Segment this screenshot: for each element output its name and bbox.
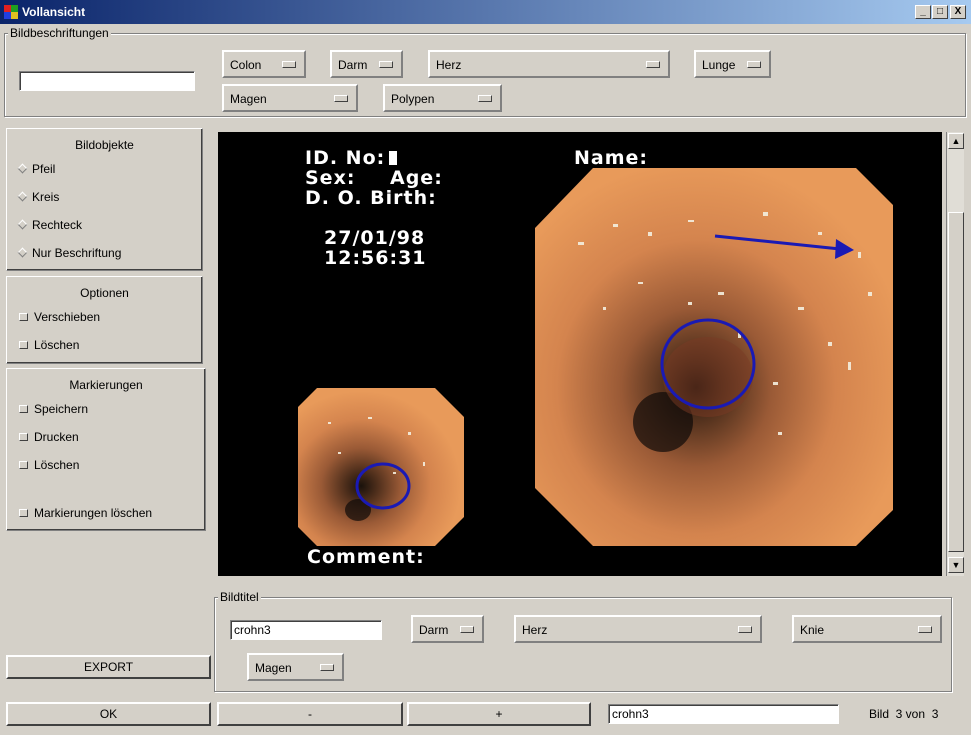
diamond-radio-icon — [17, 247, 28, 258]
maximize-button[interactable]: □ — [932, 5, 948, 19]
square-toggle-icon — [19, 461, 28, 469]
age-label: Age: — [390, 167, 443, 189]
option-menu-indicator-icon — [379, 61, 393, 68]
radio-kreis-label: Kreis — [32, 190, 60, 204]
scroll-up-icon[interactable]: ▲ — [948, 133, 964, 149]
scroll-down-icon[interactable]: ▼ — [948, 557, 964, 573]
markierungen-panel: Markierungen Speichern Drucken Löschen M… — [6, 368, 206, 531]
square-toggle-icon — [19, 509, 28, 517]
bildtitel-menu-magen[interactable]: Magen — [247, 653, 344, 681]
option-menu-indicator-icon — [747, 61, 761, 68]
drucken-button[interactable]: Drucken — [19, 430, 79, 444]
comment-label: Comment: — [307, 546, 425, 568]
option-menu-indicator-icon — [646, 61, 660, 68]
close-button[interactable]: X — [950, 5, 966, 19]
toggle-verschieben[interactable]: Verschieben — [19, 310, 100, 324]
square-toggle-icon — [19, 313, 28, 321]
minimize-button[interactable]: _ — [915, 5, 931, 19]
name-label: Name: — [574, 147, 649, 169]
radio-rechteck-label: Rechteck — [32, 218, 83, 232]
radio-kreis[interactable]: Kreis — [17, 190, 60, 204]
filename-field[interactable] — [608, 704, 839, 724]
image-counter: Bild 3 von 3 — [869, 707, 939, 721]
bildtitel-legend: Bildtitel — [218, 590, 261, 604]
bildtitel-menu-magen-label: Magen — [255, 661, 292, 675]
menu-darm-label: Darm — [338, 58, 368, 72]
menu-colon[interactable]: Colon — [222, 50, 306, 78]
option-menu-indicator-icon — [478, 95, 492, 102]
toggle-verschieben-label: Verschieben — [34, 310, 101, 324]
menu-magen[interactable]: Magen — [222, 84, 358, 112]
menu-darm[interactable]: Darm — [330, 50, 403, 78]
menu-magen-label: Magen — [230, 92, 267, 106]
radio-nur-beschriftung[interactable]: Nur Beschriftung — [17, 246, 122, 260]
option-menu-indicator-icon — [334, 95, 348, 102]
caption-input[interactable] — [19, 71, 195, 91]
radio-pfeil[interactable]: Pfeil — [17, 162, 56, 176]
small-endoscopy-frame — [298, 388, 464, 546]
option-menu-indicator-icon — [282, 61, 296, 68]
app-icon — [4, 5, 18, 19]
markierungen-loeschen-label: Löschen — [34, 458, 80, 472]
menu-polypen-label: Polypen — [391, 92, 435, 106]
radio-rechteck[interactable]: Rechteck — [17, 218, 83, 232]
menu-herz-label: Herz — [436, 58, 462, 72]
speichern-button[interactable]: Speichern — [19, 402, 88, 416]
radio-nur-beschriftung-label: Nur Beschriftung — [32, 246, 122, 260]
next-image-button[interactable]: + — [407, 702, 591, 726]
menu-lunge-label: Lunge — [702, 58, 736, 72]
optionen-title: Optionen — [80, 286, 129, 300]
menu-herz[interactable]: Herz — [428, 50, 670, 78]
square-toggle-icon — [19, 433, 28, 441]
square-toggle-icon — [19, 341, 28, 349]
ok-button[interactable]: OK — [6, 702, 211, 726]
bildtitel-menu-knie[interactable]: Knie — [792, 615, 942, 643]
menu-polypen[interactable]: Polypen — [383, 84, 502, 112]
option-menu-indicator-icon — [320, 664, 334, 671]
bildobjekte-title: Bildobjekte — [75, 138, 134, 152]
diamond-radio-icon — [17, 163, 28, 174]
bildtitel-menu-knie-label: Knie — [800, 623, 825, 637]
export-button[interactable]: EXPORT — [6, 655, 211, 679]
option-menu-indicator-icon — [460, 626, 474, 633]
previous-image-button[interactable]: - — [217, 702, 403, 726]
square-toggle-icon — [19, 405, 28, 413]
image-viewer[interactable]: ID. No: Sex: Age: D. O. Birth: 27/01/98 … — [218, 132, 942, 576]
time-value: 12:56:31 — [324, 247, 427, 269]
speichern-label: Speichern — [34, 402, 89, 416]
alle-markierungen-loeschen-button[interactable]: Markierungen löschen — [19, 506, 152, 520]
optionen-panel: Optionen Verschieben Löschen — [6, 276, 203, 364]
bildobjekte-panel: Bildobjekte Pfeil Kreis Rechteck Nur Bes… — [6, 128, 203, 271]
diamond-radio-icon — [17, 219, 28, 230]
dob-label: D. O. Birth: — [305, 187, 437, 209]
drucken-label: Drucken — [34, 430, 79, 444]
bildtitel-menu-herz-label: Herz — [522, 623, 548, 637]
bildtitel-menu-darm-label: Darm — [419, 623, 449, 637]
bildtitel-menu-darm[interactable]: Darm — [411, 615, 484, 643]
markierungen-loeschen-button[interactable]: Löschen — [19, 458, 79, 472]
option-menu-indicator-icon — [918, 626, 932, 633]
toggle-loeschen-label: Löschen — [34, 338, 80, 352]
diamond-radio-icon — [17, 191, 28, 202]
title-bar: Vollansicht _ □ X — [0, 0, 971, 24]
date-value: 27/01/98 — [324, 227, 426, 249]
window-title: Vollansicht — [22, 5, 86, 19]
alle-markierungen-loeschen-label: Markierungen löschen — [34, 506, 153, 520]
menu-lunge[interactable]: Lunge — [694, 50, 771, 78]
sex-label: Sex: — [305, 167, 356, 189]
bildtitel-menu-herz[interactable]: Herz — [514, 615, 762, 643]
toggle-loeschen[interactable]: Löschen — [19, 338, 79, 352]
viewer-scrollbar[interactable]: ▲ ▼ — [946, 132, 964, 576]
scroll-thumb[interactable] — [948, 212, 964, 552]
id-no-label: ID. No: — [305, 147, 398, 169]
bildbeschriftungen-legend: Bildbeschriftungen — [8, 26, 111, 40]
markierungen-title: Markierungen — [69, 378, 143, 392]
option-menu-indicator-icon — [738, 626, 752, 633]
menu-colon-label: Colon — [230, 58, 262, 72]
radio-pfeil-label: Pfeil — [32, 162, 56, 176]
bildtitel-input[interactable] — [230, 620, 382, 640]
